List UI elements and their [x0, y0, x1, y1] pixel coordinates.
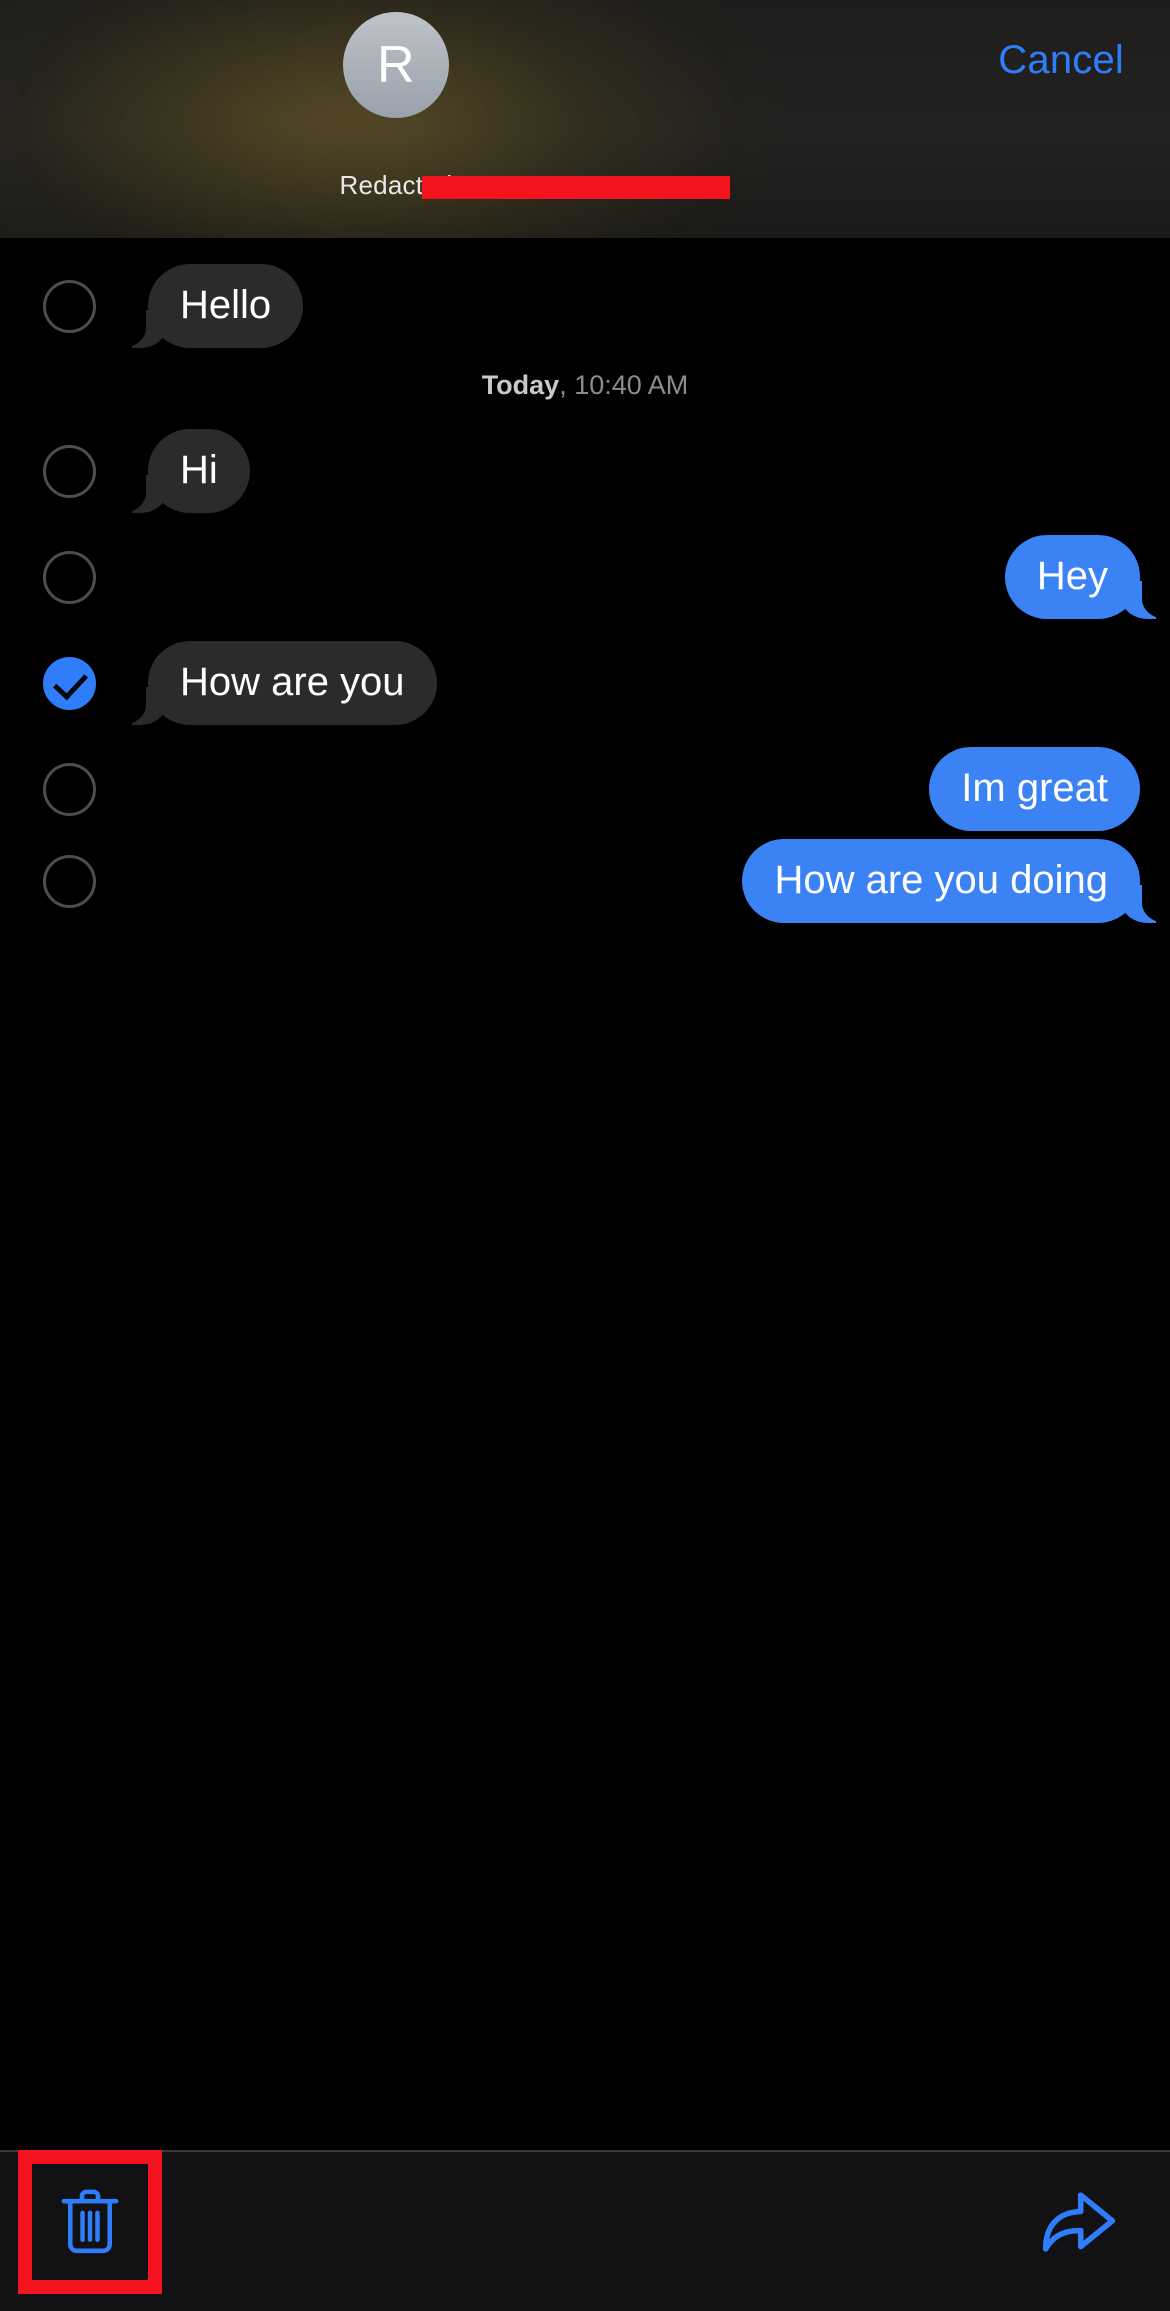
message-text: Im great: [961, 766, 1108, 810]
message-select-checkbox[interactable]: [43, 854, 96, 908]
message-row[interactable]: Hey: [0, 513, 1170, 619]
cancel-button[interactable]: Cancel: [998, 38, 1124, 83]
avatar[interactable]: R: [343, 12, 449, 118]
trash-icon: [61, 2189, 119, 2254]
message-row[interactable]: Im great: [0, 725, 1170, 831]
action-toolbar: [0, 2150, 1170, 2311]
message-bubble-sent[interactable]: Im great: [929, 747, 1140, 831]
message-row[interactable]: Hi: [0, 421, 1170, 513]
forward-button[interactable]: [1036, 2184, 1122, 2260]
conversation-header: R Redacted Cancel: [0, 0, 1170, 238]
timestamp-day: Today: [481, 370, 560, 400]
message-text: Hello: [180, 283, 272, 327]
message-text: How are you doing: [774, 858, 1108, 902]
message-text: Hey: [1036, 554, 1108, 598]
message-bubble-received[interactable]: Hi: [120, 429, 250, 513]
message-select-checkbox[interactable]: [43, 550, 96, 604]
avatar-initial: R: [376, 36, 416, 94]
message-select-checkbox[interactable]: [43, 279, 96, 333]
timestamp-time: , 10:40 AM: [559, 370, 689, 400]
message-text: How are you: [180, 660, 405, 704]
message-row-selected[interactable]: How are you: [0, 619, 1170, 725]
message-bubble-sent[interactable]: Hey: [1004, 535, 1169, 619]
message-select-checkbox-checked[interactable]: [43, 656, 96, 710]
message-row[interactable]: How are you doing: [0, 831, 1170, 923]
message-bubble-received[interactable]: How are you: [120, 641, 437, 725]
message-text: Hi: [180, 448, 218, 492]
message-list[interactable]: Hello Today, 10:40 AM Hi Hey How are you…: [0, 238, 1170, 2150]
message-row[interactable]: Hello: [0, 238, 1170, 348]
message-bubble-received[interactable]: Hello: [119, 264, 304, 348]
message-select-checkbox[interactable]: [43, 762, 96, 816]
message-select-checkbox[interactable]: [43, 444, 96, 498]
message-bubble-sent[interactable]: How are you doing: [742, 839, 1168, 923]
redaction-bar: [422, 176, 730, 199]
conversation-timestamp: Today, 10:40 AM: [0, 348, 1170, 421]
forward-arrow-icon: [1042, 2192, 1116, 2252]
delete-button[interactable]: [47, 2179, 133, 2265]
messages-screen: R Redacted Cancel Hello Today, 10:40 AM: [0, 0, 1170, 2311]
